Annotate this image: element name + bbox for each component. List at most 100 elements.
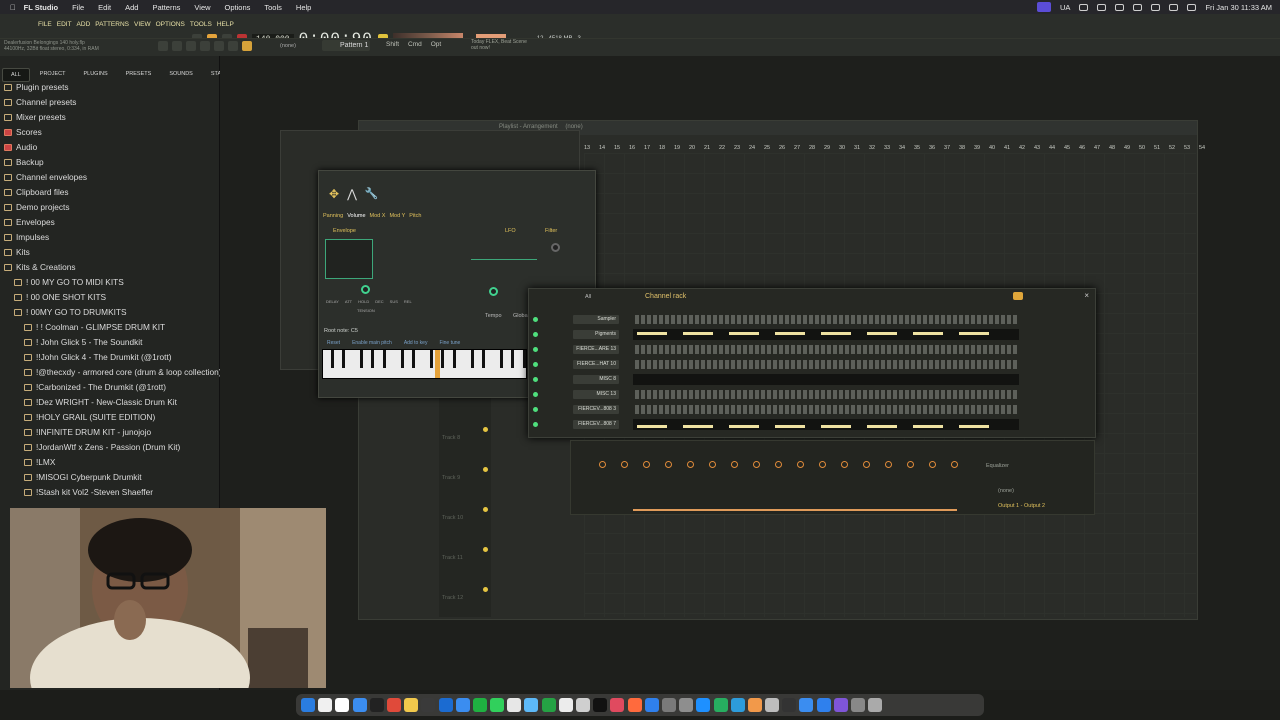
control-center-icon[interactable] xyxy=(1187,3,1197,11)
channel-led[interactable] xyxy=(533,407,538,412)
channel-row[interactable]: FIERCEV...808 3 xyxy=(529,403,1095,416)
menu-add[interactable]: Add xyxy=(125,3,138,12)
dock-app-icon[interactable] xyxy=(541,698,556,712)
timeline-ruler[interactable]: 13 14 15 16 17 18 19 20 21 22 23 24 25 26 27 28 29 30 31 32… xyxy=(584,145,1205,153)
dock-app-icon[interactable] xyxy=(679,698,694,712)
black-key[interactable] xyxy=(453,350,456,368)
mini-piano-roll[interactable] xyxy=(633,419,1019,430)
keyboard-layout[interactable]: UA xyxy=(1060,3,1070,12)
step-dot[interactable] xyxy=(665,461,672,468)
track-mute-led[interactable] xyxy=(483,467,488,472)
fl-menu-add[interactable]: ADD xyxy=(77,21,91,28)
dock-app-icon[interactable] xyxy=(352,698,367,712)
channel-led[interactable] xyxy=(533,392,538,397)
channel-name-button[interactable]: Pigments xyxy=(573,330,619,339)
channel-name-button[interactable]: MISC 13 xyxy=(573,390,619,399)
step-dot[interactable] xyxy=(951,461,958,468)
dock-app-icon[interactable] xyxy=(868,698,883,712)
browser-tab-all[interactable]: ALL xyxy=(2,68,30,82)
channel-rack-icon[interactable] xyxy=(186,41,196,51)
fl-menu-view[interactable]: VIEW xyxy=(134,21,151,28)
note[interactable] xyxy=(775,332,805,335)
channel-row[interactable]: FIERCEV...808 7 xyxy=(529,418,1095,431)
filter-cutoff-knob[interactable] xyxy=(551,243,560,252)
note[interactable] xyxy=(683,332,713,335)
enable-main-pitch[interactable]: Enable main pitch xyxy=(352,340,392,346)
dock-app-icon[interactable] xyxy=(799,698,814,712)
dock-app-icon[interactable] xyxy=(713,698,728,712)
fl-menu-file[interactable]: FILE xyxy=(38,21,52,28)
channel-led[interactable] xyxy=(533,362,538,367)
step-dot[interactable] xyxy=(863,461,870,468)
dock-app-icon[interactable] xyxy=(369,698,384,712)
note[interactable] xyxy=(729,425,759,428)
wifi-icon[interactable] xyxy=(1151,3,1161,11)
news-panel[interactable]: Today FLEX, Beat Scene out now! xyxy=(471,39,527,51)
browser-item[interactable]: Mixer presets xyxy=(4,112,66,122)
note[interactable] xyxy=(959,425,989,428)
hold-knob[interactable] xyxy=(361,285,370,294)
tab-volume[interactable]: Volume xyxy=(347,213,365,219)
fl-menu-options[interactable]: OPTIONS xyxy=(156,21,185,28)
output-routing[interactable]: Output 1 - Output 2 xyxy=(998,503,1045,509)
root-key-highlight[interactable] xyxy=(435,350,440,378)
reset-button[interactable]: Reset xyxy=(327,340,340,346)
menu-patterns[interactable]: Patterns xyxy=(152,3,180,12)
browser-item[interactable]: Demo projects xyxy=(4,202,70,212)
snap-mode[interactable]: (none) xyxy=(280,43,296,49)
dock-app-icon[interactable] xyxy=(507,698,522,712)
black-key[interactable] xyxy=(523,350,526,368)
note[interactable] xyxy=(637,332,667,335)
browser-item[interactable]: !JordanWtf x Zens - Passion (Drum Kit) xyxy=(24,442,180,452)
track-label[interactable]: Track 9 xyxy=(442,475,460,481)
black-key[interactable] xyxy=(482,350,486,368)
step-dot[interactable] xyxy=(687,461,694,468)
black-key[interactable] xyxy=(441,350,445,368)
step-buttons[interactable] xyxy=(635,345,1019,354)
step-dot[interactable] xyxy=(885,461,892,468)
equalizer-label[interactable]: Equalizer xyxy=(986,463,1009,469)
dock-app-icon[interactable] xyxy=(816,698,831,712)
track-label[interactable]: Track 8 xyxy=(442,435,460,441)
track-mute-led[interactable] xyxy=(483,507,488,512)
browser-item[interactable]: ! John Glick 5 - The Soundkit xyxy=(24,337,142,347)
dock-app-icon[interactable] xyxy=(747,698,762,712)
dock-app-icon[interactable] xyxy=(301,698,315,712)
dock-app-icon[interactable] xyxy=(851,698,865,712)
browser-item[interactable]: !LMX xyxy=(24,457,55,467)
browser-item[interactable]: !!John Glick 4 - The Drumkit (@1rott) xyxy=(24,352,172,362)
mini-piano-roll[interactable] xyxy=(633,374,1019,385)
dock-app-icon[interactable] xyxy=(455,698,470,712)
menu-view[interactable]: View xyxy=(194,3,210,12)
browser-item[interactable]: Audio xyxy=(4,142,37,152)
step-dot[interactable] xyxy=(709,461,716,468)
cmd-key[interactable]: Cmd xyxy=(408,41,422,48)
step-dot[interactable] xyxy=(797,461,804,468)
tab-panning[interactable]: Panning xyxy=(323,213,343,219)
track-label[interactable]: Track 12 xyxy=(442,595,463,601)
track-label[interactable]: Track 10 xyxy=(442,515,463,521)
root-note-keyboard[interactable] xyxy=(322,349,527,379)
note[interactable] xyxy=(821,425,851,428)
browser-item[interactable]: Kits & Creations xyxy=(4,262,75,272)
channel-row[interactable]: Pigments xyxy=(529,328,1095,341)
dock-app-icon[interactable] xyxy=(524,698,539,712)
dock-app-icon[interactable] xyxy=(490,698,505,712)
browser-item[interactable]: Channel presets xyxy=(4,97,76,107)
channel-name-button[interactable]: FIERCE...HAT 10 xyxy=(573,360,619,369)
fl-menu-help[interactable]: HELP xyxy=(217,21,234,28)
envelope-graph[interactable] xyxy=(325,239,373,279)
black-key[interactable] xyxy=(371,350,375,368)
menu-tools[interactable]: Tools xyxy=(264,3,282,12)
track-mute-led[interactable] xyxy=(483,547,488,552)
search-icon[interactable] xyxy=(1169,3,1179,11)
channel-led[interactable] xyxy=(533,347,538,352)
browser-tab-plugins[interactable]: PLUGINS xyxy=(75,68,115,82)
dock-app-icon[interactable] xyxy=(438,698,453,712)
step-dot[interactable] xyxy=(753,461,760,468)
dock-app-icon[interactable] xyxy=(404,698,419,712)
horizontal-scrollbar[interactable] xyxy=(633,509,957,511)
browser-tab-presets[interactable]: PRESETS xyxy=(118,68,160,82)
dock-app-icon[interactable] xyxy=(386,698,401,712)
black-key[interactable] xyxy=(330,350,334,368)
